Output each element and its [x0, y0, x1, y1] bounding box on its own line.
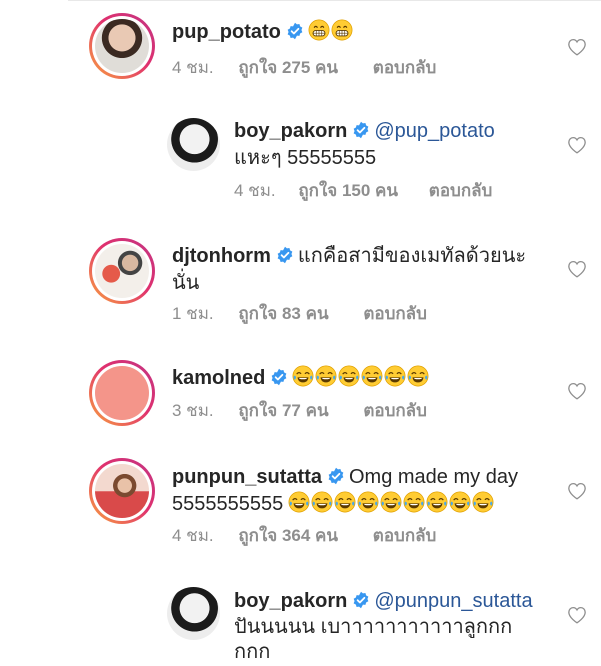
- comment-text: ปันนนนน เบาาาาาาาาาาาลูกกก: [234, 616, 513, 638]
- comment-meta: 4 ชม. ถูกใจ 150 คน ตอบกลับ: [234, 180, 492, 202]
- timestamp: 1 ชม.: [172, 304, 214, 323]
- joy-emoji-icon: [380, 491, 402, 513]
- avatar[interactable]: [167, 118, 220, 171]
- joy-emoji-icon: [338, 365, 360, 387]
- likes-count[interactable]: ถูกใจ 77 คน: [238, 401, 328, 420]
- reply-button[interactable]: ตอบกลับ: [373, 526, 437, 545]
- comment-text: แหะๆ 55555555: [234, 147, 377, 169]
- avatar[interactable]: [167, 587, 220, 640]
- verified-badge-icon: [286, 22, 304, 40]
- joy-emoji-icon: [311, 491, 333, 513]
- joy-emoji-icon: [403, 491, 425, 513]
- verified-badge-icon: [352, 591, 370, 609]
- like-heart-icon[interactable]: [567, 38, 587, 56]
- verified-badge-icon: [352, 121, 370, 139]
- reply-button[interactable]: ตอบกลับ: [363, 401, 427, 420]
- avatar[interactable]: [89, 360, 155, 426]
- joy-emoji-icon: [426, 491, 448, 513]
- grin-emoji-icon: [331, 19, 353, 41]
- username[interactable]: djtonhorm: [172, 245, 271, 267]
- like-heart-icon[interactable]: [567, 136, 587, 154]
- username[interactable]: punpun_sutatta: [172, 466, 322, 488]
- comment-text-line2: นั่น: [172, 272, 200, 294]
- comment-meta: 1 ชม. ถูกใจ 83 คน ตอบกลับ: [172, 303, 427, 325]
- verified-badge-icon: [327, 467, 345, 485]
- likes-count[interactable]: ถูกใจ 364 คน: [238, 526, 338, 545]
- comment-meta: 4 ชม. ถูกใจ 364 คน ตอบกลับ: [172, 525, 436, 547]
- joy-emoji-icon: [357, 491, 379, 513]
- reply-button[interactable]: ตอบกลับ: [363, 304, 427, 323]
- timestamp: 3 ชม.: [172, 401, 214, 420]
- likes-count[interactable]: ถูกใจ 83 คน: [238, 304, 328, 323]
- likes-count[interactable]: ถูกใจ 150 คน: [298, 181, 398, 200]
- reply-button[interactable]: ตอบกลับ: [373, 58, 437, 77]
- comment-text-line2: 5555555555: [172, 493, 284, 515]
- like-heart-icon[interactable]: [567, 606, 587, 624]
- like-heart-icon[interactable]: [567, 260, 587, 278]
- joy-emoji-icon: [361, 365, 383, 387]
- reply-button[interactable]: ตอบกลับ: [429, 181, 493, 200]
- timestamp: 4 ชม.: [172, 526, 214, 545]
- verified-badge-icon: [270, 368, 288, 386]
- avatar[interactable]: [89, 458, 155, 524]
- joy-emoji-icon: [288, 491, 310, 513]
- comment-text-line2: กกก: [234, 641, 271, 663]
- joy-emoji-icon: [472, 491, 494, 513]
- mention-link[interactable]: @pup_potato: [374, 120, 494, 142]
- like-heart-icon[interactable]: [567, 482, 587, 500]
- joy-emoji-icon: [334, 491, 356, 513]
- comment-text: แกคือสามีของเมทัลด้วยนะ: [297, 245, 527, 267]
- joy-emoji-icon: [407, 365, 429, 387]
- like-heart-icon[interactable]: [567, 382, 587, 400]
- username[interactable]: boy_pakorn: [234, 120, 347, 142]
- top-divider: [68, 0, 601, 1]
- joy-emoji-icon: [315, 365, 337, 387]
- comment-meta: 3 ชม. ถูกใจ 77 คน ตอบกลับ: [172, 400, 427, 422]
- joy-emoji-icon: [292, 365, 314, 387]
- avatar[interactable]: [89, 13, 155, 79]
- username[interactable]: kamolned: [172, 367, 265, 389]
- verified-badge-icon: [276, 246, 294, 264]
- timestamp: 4 ชม.: [234, 181, 276, 200]
- timestamp: 4 ชม.: [172, 58, 214, 77]
- likes-count[interactable]: ถูกใจ 275 คน: [238, 58, 338, 77]
- avatar[interactable]: [89, 238, 155, 304]
- joy-emoji-icon: [449, 491, 471, 513]
- comment-text: Omg made my day: [349, 466, 518, 488]
- username[interactable]: boy_pakorn: [234, 590, 347, 612]
- username[interactable]: pup_potato: [172, 21, 281, 43]
- comment-meta: 4 ชม. ถูกใจ 275 คน ตอบกลับ: [172, 57, 436, 79]
- joy-emoji-icon: [384, 365, 406, 387]
- grin-emoji-icon: [308, 19, 330, 41]
- mention-link[interactable]: @punpun_sutatta: [374, 590, 532, 612]
